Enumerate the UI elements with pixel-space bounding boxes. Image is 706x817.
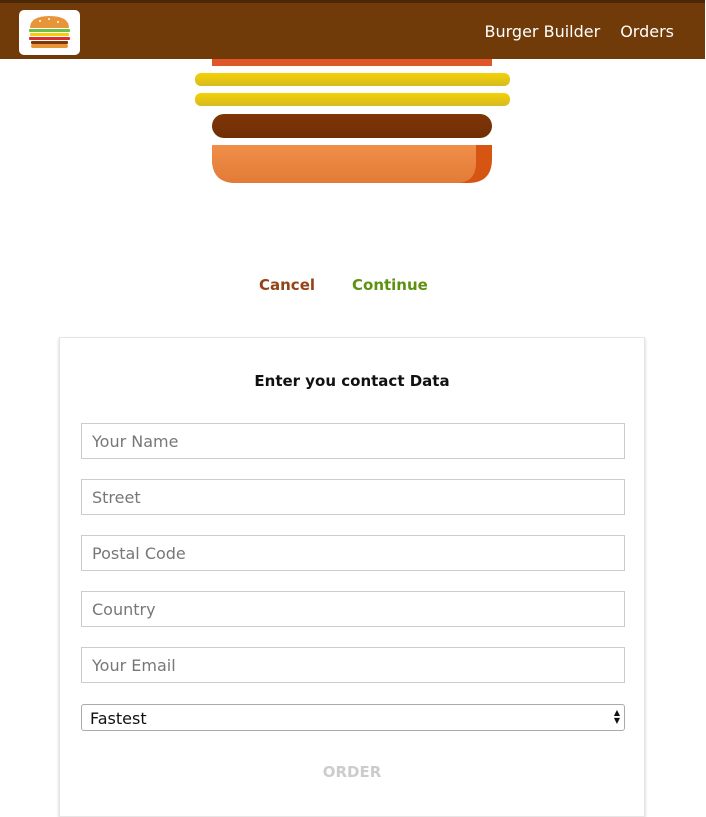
cheese-layer-icon bbox=[195, 73, 510, 86]
burger-preview bbox=[0, 59, 706, 199]
toolbar: Burger Builder Orders bbox=[0, 0, 705, 59]
contact-data-form: Enter you contact Data Fastest ▲▼ ORDER bbox=[59, 337, 645, 817]
email-input[interactable] bbox=[81, 647, 625, 683]
form-title: Enter you contact Data bbox=[254, 372, 450, 390]
bread-bottom-icon bbox=[212, 145, 492, 183]
nav-items: Burger Builder Orders bbox=[465, 3, 674, 59]
name-input[interactable] bbox=[81, 423, 625, 459]
delivery-method-select[interactable]: Fastest ▲ ▼ bbox=[81, 704, 625, 731]
select-arrows-icon: ▲ ▼ bbox=[613, 708, 620, 725]
modal-actions: Cancel Continue bbox=[0, 270, 706, 302]
burger-logo-icon[interactable] bbox=[19, 10, 80, 55]
salad-layer-icon bbox=[212, 59, 492, 66]
continue-button[interactable]: Continue bbox=[352, 276, 428, 294]
cancel-button[interactable]: Cancel bbox=[259, 276, 315, 294]
order-button[interactable]: ORDER bbox=[60, 763, 644, 781]
cheese-layer-icon bbox=[195, 93, 510, 106]
delivery-method-value: Fastest bbox=[90, 709, 147, 728]
nav-burger-builder[interactable]: Burger Builder bbox=[485, 22, 601, 41]
street-input[interactable] bbox=[81, 479, 625, 515]
country-input[interactable] bbox=[81, 591, 625, 627]
postal-code-input[interactable] bbox=[81, 535, 625, 571]
meat-layer-icon bbox=[212, 114, 492, 138]
nav-orders[interactable]: Orders bbox=[620, 22, 674, 41]
